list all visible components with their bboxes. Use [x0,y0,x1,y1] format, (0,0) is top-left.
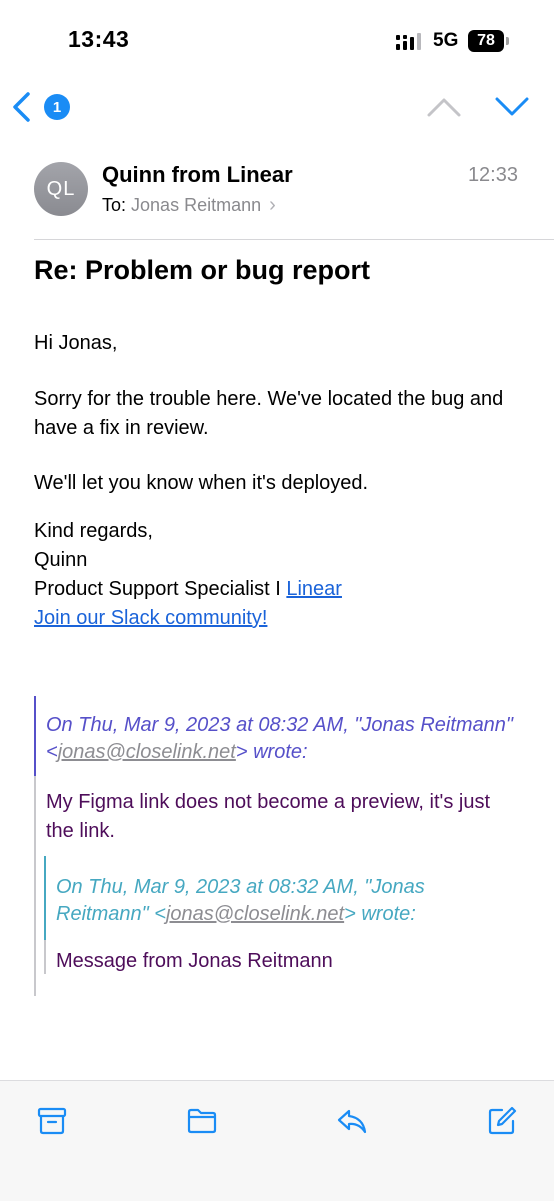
previous-message-icon[interactable] [426,96,462,118]
nested-quote-rule [44,940,46,974]
compose-icon[interactable] [486,1105,518,1137]
quote-attribution-suffix: > wrote: [235,741,308,763]
reply-icon[interactable] [336,1105,368,1137]
nested-quoted-message: On Thu, Mar 9, 2023 at 08:32 AM, "Jonas … [44,856,516,974]
signature-title: Product Support Specialist I Linear [34,575,524,604]
recipient-name[interactable]: Jonas Reitmann [131,195,261,215]
subject: Re: Problem or bug report [34,255,371,285]
header-divider [34,239,554,240]
next-message-icon[interactable] [494,96,530,118]
quote-text: My Figma link does not become a preview,… [46,791,491,842]
quoted-message: On Thu, Mar 9, 2023 at 08:32 AM, "Jonas … [34,696,536,996]
greeting: Hi Jonas, [34,332,118,354]
chevron-right-icon: › [269,194,276,216]
quote-attribution: On Thu, Mar 9, 2023 at 08:32 AM, "Jonas … [46,712,516,766]
signoff: Kind regards, [34,520,153,542]
bottom-toolbar [0,1080,554,1201]
avatar[interactable]: QL [34,162,88,216]
back-chevron-icon[interactable] [10,90,34,124]
battery-cap [506,37,509,45]
recipient-line[interactable]: To: Jonas Reitmann › [102,194,276,217]
message-time: 12:33 [467,164,518,186]
linear-link[interactable]: Linear [286,578,342,600]
unread-badge[interactable]: 1 [44,94,70,120]
nav-bar: 1 [0,80,554,136]
message-header: QL Quinn from Linear To: Jonas Reitmann ›… [0,140,554,240]
quote-rule [34,776,36,996]
nested-quote-attribution-suffix: > wrote: [344,903,416,925]
sender-name[interactable]: Quinn from Linear [102,162,293,188]
nested-quote-attribution: On Thu, Mar 9, 2023 at 08:32 AM, "Jonas … [56,874,506,928]
to-label: To: [102,195,127,215]
battery-icon: 78 [468,30,504,52]
signature: Kind regards, Quinn Product Support Spec… [34,517,524,633]
body-paragraph-2: We'll let you know when it's deployed. [34,472,369,494]
email-link[interactable]: jonas@closelink.net [58,741,236,763]
battery-level: 78 [477,32,495,49]
nested-email-link[interactable]: jonas@closelink.net [166,903,344,925]
status-bar: 13:43 5G 78 [0,0,554,80]
body-paragraph-1: Sorry for the trouble here. We've locate… [34,388,504,439]
signature-title-text: Product Support Specialist I [34,578,281,600]
status-time: 13:43 [68,26,130,52]
signature-name: Quinn [34,549,88,571]
signal-icon [396,33,421,50]
archive-icon[interactable] [36,1105,68,1137]
network-label: 5G [433,30,459,51]
slack-community-link[interactable]: Join our Slack community! [34,607,267,629]
folder-icon[interactable] [186,1105,218,1137]
nested-quote-text: Message from Jonas Reitmann [56,950,333,972]
